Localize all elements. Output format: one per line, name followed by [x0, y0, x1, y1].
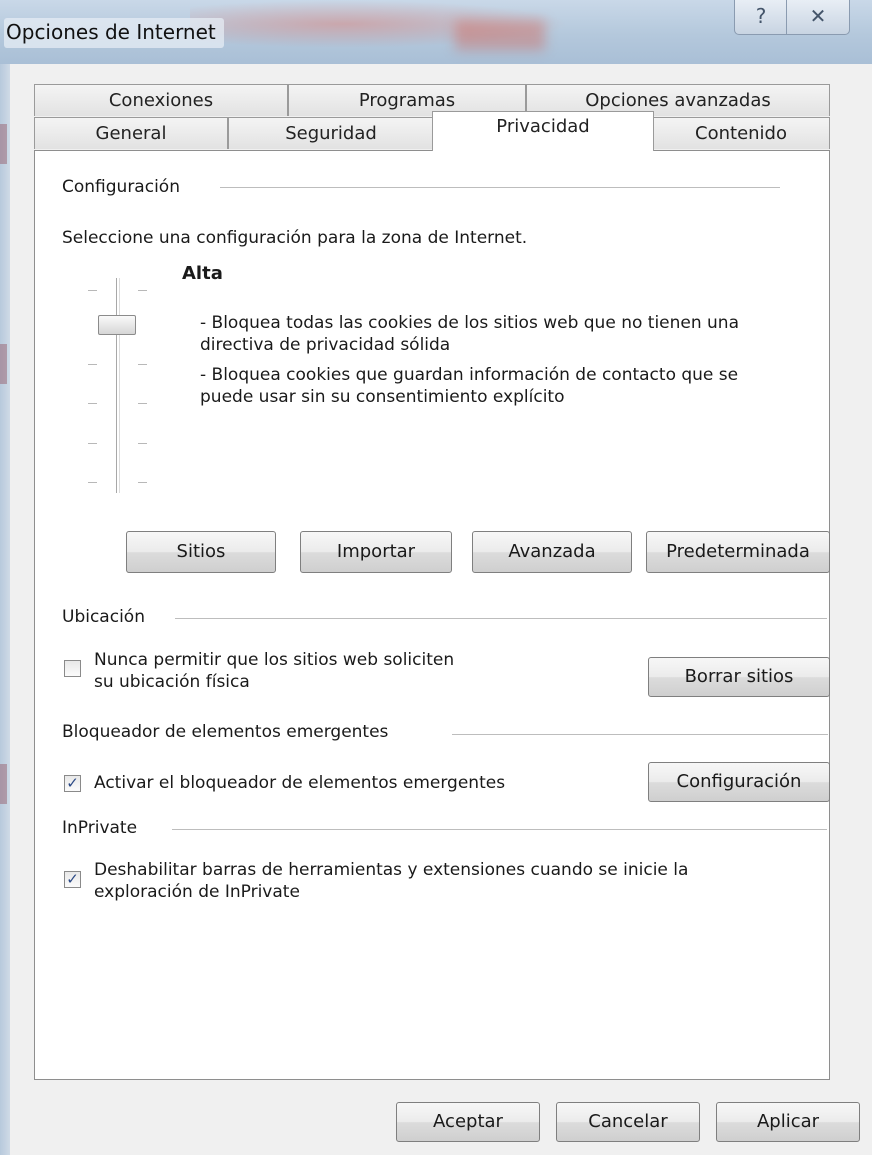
- location-checkbox-label: Nunca permitir que los sitios web solici…: [94, 650, 455, 670]
- tab-label: Conexiones: [108, 90, 214, 111]
- slider-tick: [138, 290, 147, 291]
- privacy-level-description: - Bloquea cookies que guardan informació…: [200, 365, 739, 385]
- frame-streak: [0, 344, 7, 384]
- zone-intro-text: Seleccione una configuración para la zon…: [62, 228, 528, 248]
- cancel-button[interactable]: Cancelar: [556, 1102, 700, 1142]
- location-checkbox-label: su ubicación física: [94, 672, 250, 692]
- frame-streak: [0, 124, 7, 164]
- help-icon: ?: [755, 4, 767, 28]
- group-label-inprivate: InPrivate: [62, 818, 142, 838]
- tab-label: Seguridad: [285, 123, 377, 144]
- checkmark-icon: ✓: [66, 774, 79, 792]
- privacy-level-description: puede usar sin su consentimiento explíci…: [200, 387, 565, 407]
- privacy-level-name: Alta: [182, 263, 223, 284]
- slider-tick: [138, 403, 147, 404]
- import-button[interactable]: Importar: [300, 531, 452, 573]
- popup-blocker-checkbox-label: Activar el bloqueador de elementos emerg…: [94, 773, 506, 793]
- help-button[interactable]: ?: [734, 0, 788, 35]
- slider-tick: [138, 482, 147, 483]
- group-divider: [452, 734, 828, 735]
- inprivate-checkbox[interactable]: ✓: [64, 871, 81, 888]
- window-title: Opciones de Internet: [4, 18, 224, 48]
- group-divider: [220, 187, 780, 188]
- tab-label: Privacidad: [496, 116, 590, 137]
- window-left-frame: [0, 64, 10, 1155]
- tab-contenido[interactable]: Contenido: [652, 117, 830, 149]
- slider-tick: [88, 403, 97, 404]
- inprivate-checkbox-label: exploración de InPrivate: [94, 882, 300, 902]
- title-bar: Opciones de Internet ? ✕: [0, 0, 872, 64]
- group-divider: [175, 618, 827, 619]
- popup-blocker-checkbox[interactable]: ✓: [64, 775, 81, 792]
- location-checkbox[interactable]: [64, 660, 81, 677]
- sites-button[interactable]: Sitios: [126, 531, 276, 573]
- tab-label: Programas: [358, 90, 456, 111]
- apply-button[interactable]: Aplicar: [716, 1102, 860, 1142]
- tab-seguridad[interactable]: Seguridad: [228, 117, 434, 149]
- privacy-tab-panel: [34, 150, 830, 1080]
- popup-settings-button[interactable]: Configuración: [648, 762, 830, 802]
- clear-sites-button[interactable]: Borrar sitios: [648, 657, 830, 697]
- group-label-bloqueador: Bloqueador de elementos emergentes: [62, 722, 393, 742]
- frame-streak: [0, 764, 7, 804]
- default-button[interactable]: Predeterminada: [646, 531, 830, 573]
- privacy-level-description: directiva de privacidad sólida: [200, 335, 451, 355]
- slider-track[interactable]: [116, 278, 120, 493]
- slider-tick: [88, 364, 97, 365]
- group-label-ubicacion: Ubicación: [62, 607, 149, 627]
- privacy-level-description: - Bloquea todas las cookies de los sitio…: [200, 313, 740, 333]
- tab-conexiones[interactable]: Conexiones: [34, 84, 288, 116]
- tab-label: Contenido: [695, 123, 787, 144]
- tab-general[interactable]: General: [34, 117, 228, 149]
- title-background-glow-accent: [455, 20, 545, 50]
- group-label-configuracion: Configuración: [62, 177, 184, 197]
- checkmark-icon: ✓: [66, 870, 79, 888]
- slider-tick: [88, 482, 97, 483]
- slider-tick: [88, 290, 97, 291]
- inprivate-checkbox-label: Deshabilitar barras de herramientas y ex…: [94, 860, 689, 880]
- close-button[interactable]: ✕: [786, 0, 850, 35]
- slider-thumb[interactable]: [98, 315, 136, 335]
- close-icon: ✕: [809, 4, 827, 28]
- slider-tick: [88, 443, 97, 444]
- tab-label: General: [95, 123, 167, 144]
- advanced-button[interactable]: Avanzada: [472, 531, 632, 573]
- slider-tick: [138, 443, 147, 444]
- ok-button[interactable]: Aceptar: [396, 1102, 540, 1142]
- tab-label: Opciones avanzadas: [585, 90, 771, 111]
- tab-privacidad[interactable]: Privacidad: [432, 111, 654, 151]
- group-divider: [172, 829, 827, 830]
- slider-tick: [138, 364, 147, 365]
